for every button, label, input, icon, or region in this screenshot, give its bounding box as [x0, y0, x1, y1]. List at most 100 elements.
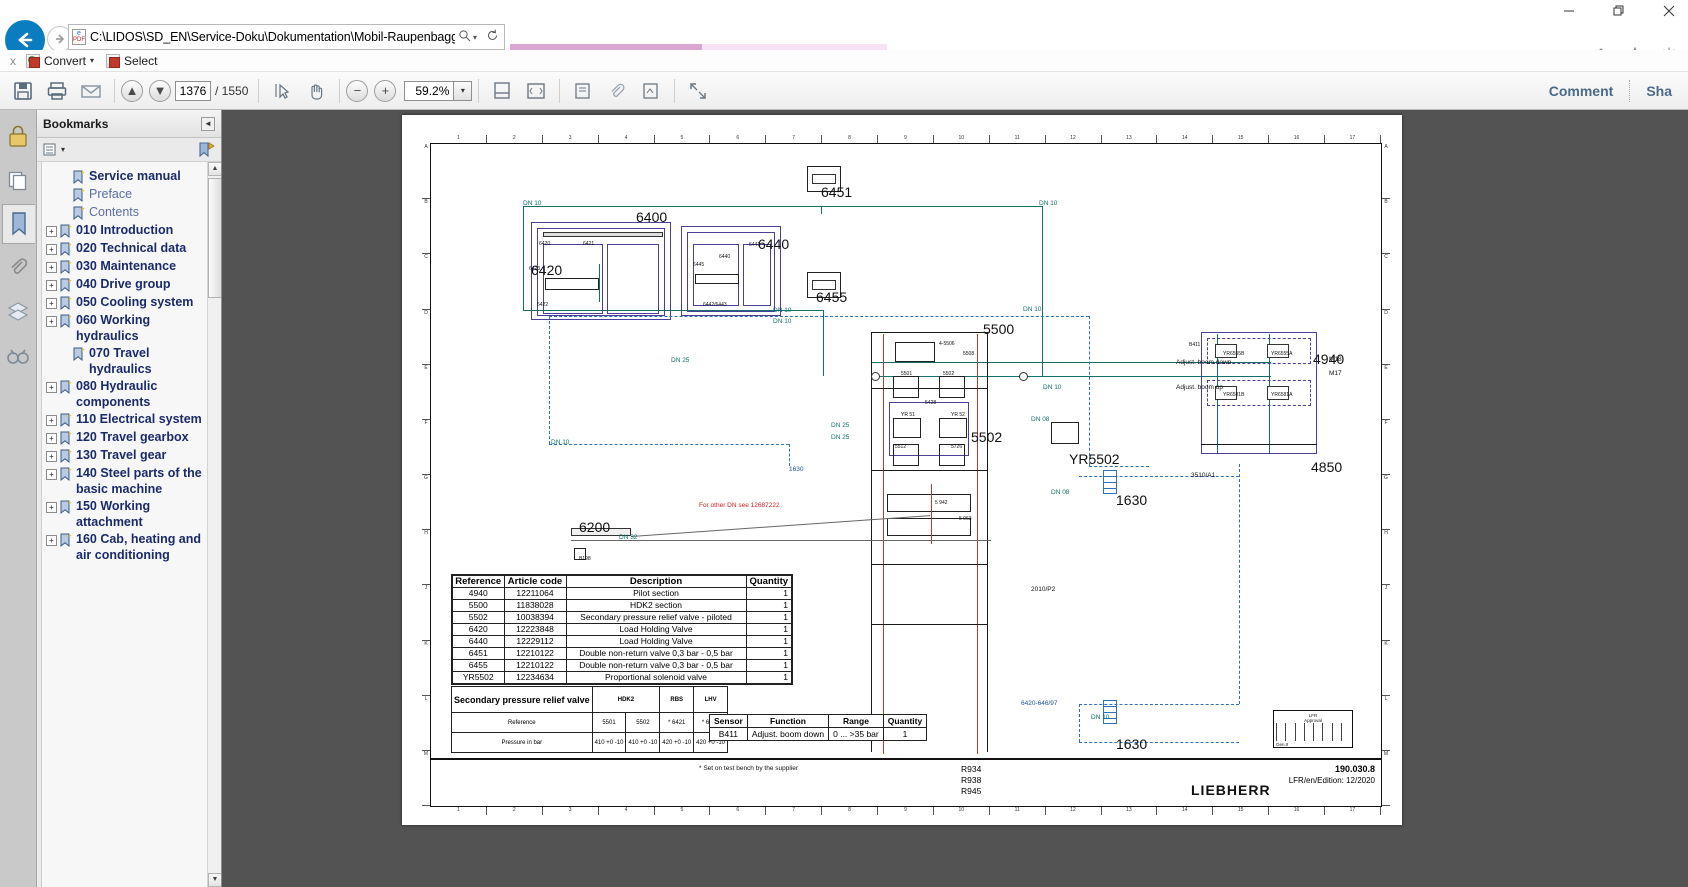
page-number-input[interactable]: 1376	[175, 81, 211, 101]
address-input[interactable]: C:\LIDOS\SD_EN\Service-Doku\Dokumentatio…	[90, 30, 455, 44]
expand-toggle-icon[interactable]: +	[46, 262, 57, 273]
parts-table-cell: HDK2 section	[566, 600, 746, 612]
layers-icon[interactable]	[2, 292, 35, 332]
fit-page-icon[interactable]	[487, 76, 517, 106]
close-icon[interactable]	[1658, 0, 1680, 22]
callout-6400: 6400	[636, 209, 667, 225]
attachments-icon[interactable]	[2, 248, 35, 288]
select-cursor-icon[interactable]	[267, 76, 297, 106]
bookmark-item-060-working-hydraulics[interactable]: +060 Working hydraulics	[42, 312, 221, 345]
chevron-down-icon[interactable]: ▾	[454, 81, 472, 101]
restore-icon[interactable]	[1608, 0, 1630, 22]
address-bar[interactable]: ePDF C:\LIDOS\SD_EN\Service-Doku\Dokumen…	[68, 24, 505, 50]
email-icon[interactable]	[76, 76, 106, 106]
bookmarks-scrollbar[interactable]: ▲ ▼	[207, 162, 221, 887]
share-button[interactable]: Sha	[1630, 83, 1688, 99]
parts-table-header-row: ReferenceArticle codeDescriptionQuantity	[452, 575, 792, 588]
bookmark-item-contents[interactable]: Contents	[42, 204, 221, 222]
model-tree-icon[interactable]	[2, 336, 35, 376]
bookmark-item-010-introduction[interactable]: +010 Introduction	[42, 222, 221, 240]
valve-tag: 6421	[583, 241, 594, 247]
expand-toggle-icon[interactable]: +	[46, 280, 57, 291]
drawing-note: M18	[1329, 356, 1342, 363]
expand-toggle-icon[interactable]: +	[46, 298, 57, 309]
frame-tick: 10	[934, 135, 990, 143]
bookmark-item-service-manual[interactable]: Service manual	[42, 168, 221, 186]
pdf-document-viewport[interactable]: 1234567891011121314151617 12345678910111…	[222, 110, 1688, 887]
bookmark-item-140-steel-parts-of-the-basic-machine[interactable]: +140 Steel parts of the basic machine	[42, 465, 221, 498]
frame-tick: 15	[1213, 807, 1269, 815]
previous-page-button[interactable]: ▲	[121, 80, 143, 102]
comment-button[interactable]: Comment	[1533, 83, 1630, 99]
expand-toggle-icon[interactable]: +	[46, 469, 57, 480]
minimize-icon[interactable]	[1558, 0, 1580, 22]
convert-button[interactable]: Convert ▾	[26, 54, 94, 68]
bookmark-item-070-travel-hydraulics[interactable]: 070 Travel hydraulics	[42, 345, 221, 378]
fullscreen-icon[interactable]	[683, 76, 713, 106]
expand-toggle-icon[interactable]: +	[46, 433, 57, 444]
parts-table-row: 644012229112Load Holding Valve1	[452, 636, 792, 648]
search-icon[interactable]	[455, 29, 473, 45]
scroll-down-icon[interactable]: ▼	[208, 873, 221, 887]
pressure-table-header-row: Secondary pressure relief valveHDK2RBSLH…	[452, 687, 728, 713]
scrollbar-thumb[interactable]	[208, 178, 221, 298]
expand-toggle-icon[interactable]: +	[46, 415, 57, 426]
bookmark-item-040-drive-group[interactable]: +040 Drive group	[42, 276, 221, 294]
bookmarks-icon[interactable]	[2, 204, 35, 244]
zoom-level-input[interactable]: 59.2%	[404, 81, 454, 101]
frame-tick: 8	[822, 807, 878, 815]
pressure-table-cell: 5502	[626, 713, 660, 733]
parts-table-cell: 10038394	[504, 612, 566, 624]
bookmark-item-080-hydraulic-components[interactable]: +080 Hydraulic components	[42, 378, 221, 411]
expand-toggle-icon[interactable]: +	[46, 502, 57, 513]
frame-tick: D	[422, 310, 430, 365]
bookmark-item-020-technical-data[interactable]: +020 Technical data	[42, 240, 221, 258]
save-icon[interactable]	[8, 76, 38, 106]
bookmark-options-icon[interactable]: ▾	[43, 143, 65, 157]
valve-block-yr5502	[1051, 422, 1079, 444]
bookmark-item-160-cab-heating-and-air-conditioning[interactable]: +160 Cab, heating and air conditioning	[42, 531, 221, 564]
bookmark-item-150-working-attachment[interactable]: +150 Working attachment	[42, 498, 221, 531]
bookmark-label: Preface	[89, 187, 132, 203]
expand-toggle-icon[interactable]: +	[46, 382, 57, 393]
scroll-up-icon[interactable]: ▲	[208, 162, 221, 176]
select-button[interactable]: Select	[106, 54, 157, 68]
new-bookmark-icon[interactable]	[197, 142, 215, 158]
expand-toggle-icon[interactable]: +	[46, 244, 57, 255]
frame-tick: 10	[934, 807, 990, 815]
refresh-icon[interactable]	[483, 29, 501, 45]
markup-icon[interactable]	[568, 76, 598, 106]
expand-toggle-icon[interactable]: +	[46, 316, 57, 327]
hand-icon[interactable]	[301, 76, 331, 106]
collapse-panel-icon[interactable]: ◄	[201, 117, 215, 131]
navigation-pane-rail	[0, 110, 37, 887]
attach-icon[interactable]	[602, 76, 632, 106]
bookmark-item-110-electrical-system[interactable]: +110 Electrical system	[42, 411, 221, 429]
print-icon[interactable]	[42, 76, 72, 106]
zoom-out-button[interactable]: −	[346, 80, 368, 102]
next-page-button[interactable]: ▼	[149, 80, 171, 102]
expand-toggle-icon[interactable]: +	[46, 535, 57, 546]
bookmark-item-130-travel-gear[interactable]: +130 Travel gear	[42, 447, 221, 465]
frame-tick: F	[1382, 420, 1390, 475]
toolbar-divider	[478, 79, 479, 103]
callout-1630: 1630	[1116, 736, 1147, 752]
security-lock-icon[interactable]	[2, 116, 35, 156]
bookmark-item-030-maintenance[interactable]: +030 Maintenance	[42, 258, 221, 276]
bookmark-item-120-travel-gearbox[interactable]: +120 Travel gearbox	[42, 429, 221, 447]
frame-row-ticks-right: ABCDEFGHJKLM	[1382, 144, 1390, 806]
expand-toggle-icon[interactable]: +	[46, 226, 57, 237]
chevron-down-icon[interactable]: ▾	[90, 56, 94, 65]
page-thumbnails-icon[interactable]	[2, 160, 35, 200]
bookmarks-list-container[interactable]: Service manualPrefaceContents+010 Introd…	[41, 162, 221, 887]
close-toolbar-icon[interactable]: x	[6, 54, 20, 68]
secondary-pressure-relief-table: Secondary pressure relief valveHDK2RBSLH…	[451, 686, 728, 753]
machine-model: R945	[961, 786, 981, 797]
fit-width-icon[interactable]	[521, 76, 551, 106]
bookmark-item-050-cooling-system[interactable]: +050 Cooling system	[42, 294, 221, 312]
bookmark-item-preface[interactable]: Preface	[42, 186, 221, 204]
chevron-down-icon[interactable]: ▾	[473, 33, 483, 42]
expand-toggle-icon[interactable]: +	[46, 451, 57, 462]
stamp-icon[interactable]	[636, 76, 666, 106]
zoom-in-button[interactable]: +	[374, 80, 396, 102]
